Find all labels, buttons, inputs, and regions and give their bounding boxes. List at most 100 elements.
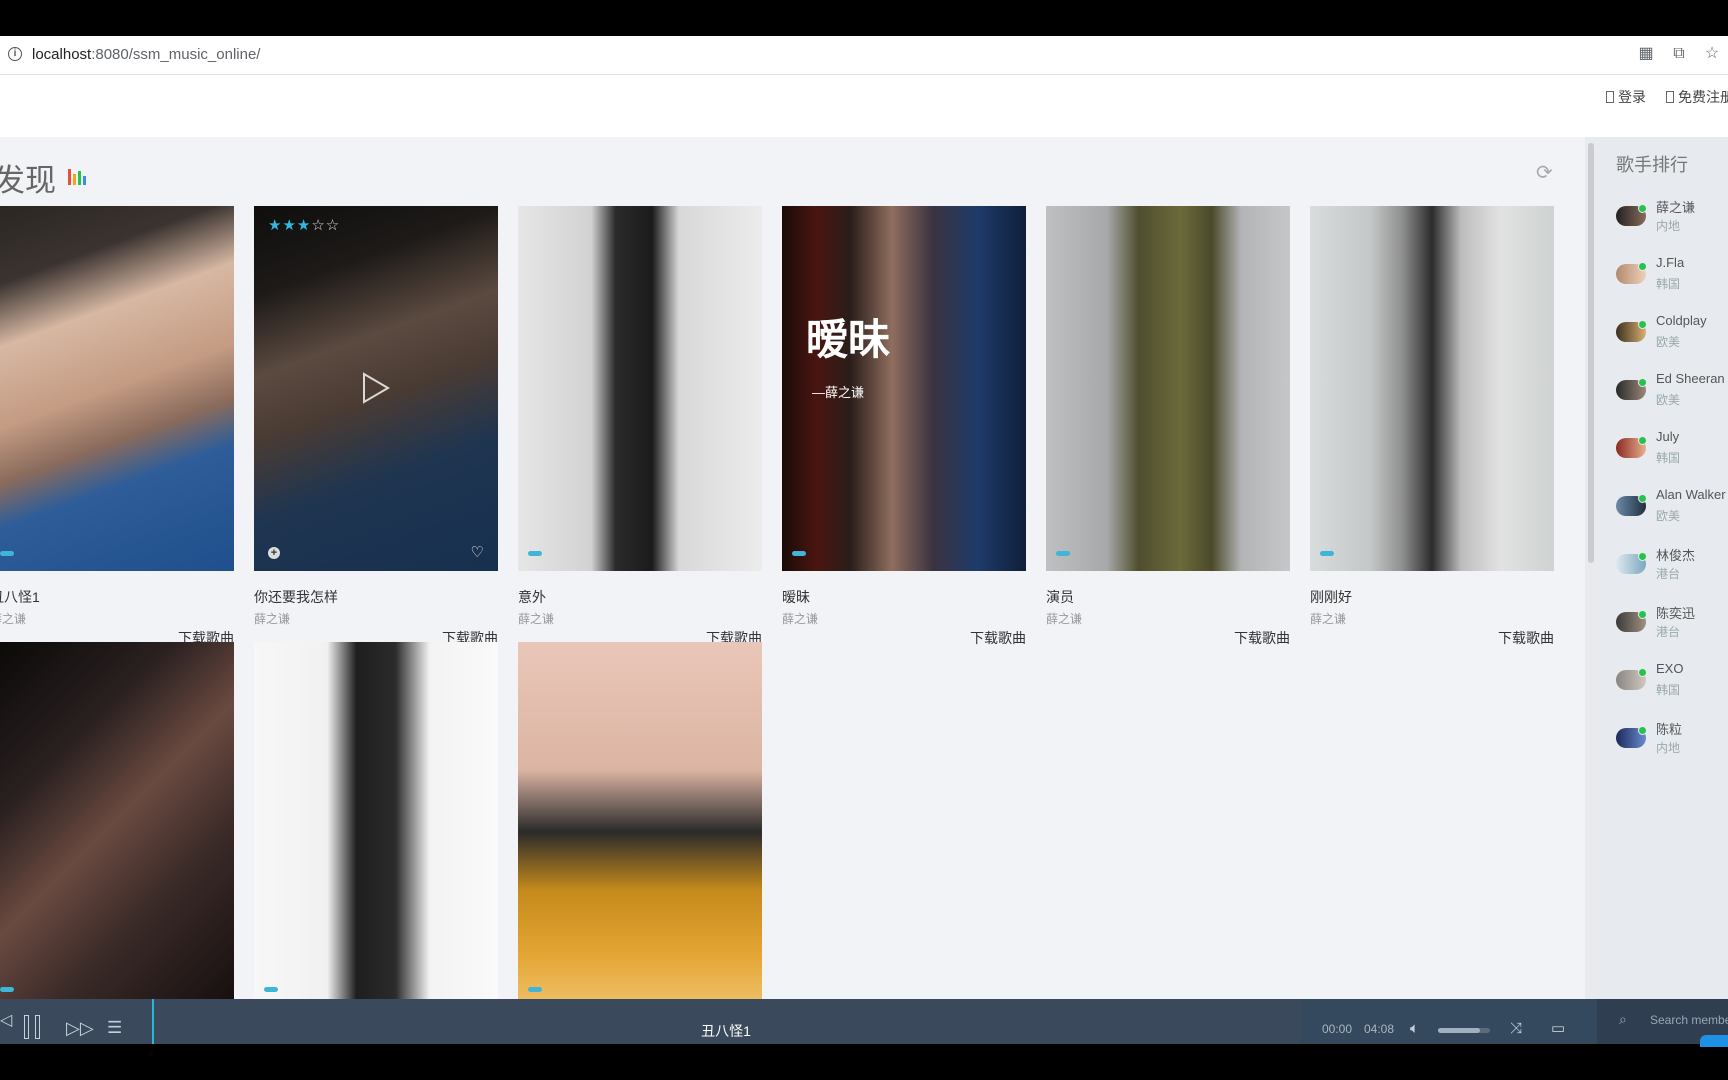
playlist-icon[interactable]: ☰	[107, 1016, 122, 1040]
avatar	[1616, 668, 1647, 690]
singer-region: 欧美	[1656, 393, 1681, 407]
singer-item[interactable]: 陈粒 内地	[1616, 719, 1728, 759]
singer-item[interactable]: Ed Sheeran 欧美	[1616, 371, 1728, 411]
online-dot	[1638, 378, 1647, 387]
screen-icon[interactable]: ▭	[1551, 1017, 1565, 1041]
star-empty-icon[interactable]: ☆☆	[311, 217, 340, 234]
browser-address-bar[interactable]: i localhost:8080/ssm_music_online/ ▦ ⧉ ☆	[0, 36, 1728, 75]
heart-icon[interactable]: ♡	[471, 543, 484, 561]
register-link[interactable]: 免费注册	[1666, 87, 1728, 107]
register-icon	[1666, 91, 1674, 103]
singer-item[interactable]: EXO 韩国	[1616, 661, 1728, 701]
singer-item[interactable]: 林俊杰 港台	[1616, 545, 1728, 585]
song-card[interactable]: 暧昧 —薛之谦 暧昧 薛之谦 下载歌曲	[782, 206, 1026, 648]
album-cover[interactable]	[0, 206, 234, 571]
song-title[interactable]: 演员	[1046, 587, 1290, 607]
indicator-dot	[792, 551, 806, 556]
cover-text: 暧昧	[806, 315, 891, 364]
singer-name: 林俊杰	[1656, 548, 1696, 563]
song-card[interactable]: 丑八怪1 薛之谦 下载歌曲	[0, 206, 234, 648]
singer-item[interactable]: July 韩国	[1616, 429, 1728, 469]
song-artist[interactable]: 薛之谦	[254, 610, 498, 627]
singer-item[interactable]: Coldplay 欧美	[1616, 313, 1728, 353]
album-cover[interactable]	[0, 642, 234, 999]
volume-slider[interactable]	[1438, 1028, 1490, 1033]
singer-item[interactable]: J.Fla 韩国	[1616, 255, 1728, 295]
download-link[interactable]: 下载歌曲	[1310, 628, 1554, 648]
login-link[interactable]: 登录	[1606, 87, 1646, 107]
search-icon[interactable]: ⌕	[1619, 1011, 1627, 1028]
current-time: 00:00	[1322, 1022, 1353, 1036]
album-cover[interactable]	[1046, 206, 1290, 571]
song-card[interactable]: 意外 薛之谦 下载歌曲	[518, 206, 762, 648]
song-title[interactable]: 暧昧	[782, 587, 1026, 607]
song-artist[interactable]: 薛之谦	[782, 610, 1026, 627]
scrollbar-thumb[interactable]	[1588, 143, 1594, 563]
album-cover[interactable]: 暧昧 —薛之谦	[782, 206, 1026, 571]
singer-name: Alan Walker	[1656, 487, 1726, 502]
progress-indicator[interactable]	[152, 999, 154, 1044]
download-link[interactable]: 下载歌曲	[1046, 628, 1290, 648]
singer-item[interactable]: 陈奕迅 港台	[1616, 603, 1728, 643]
album-cover[interactable]	[518, 206, 762, 571]
song-artist[interactable]: 薛之谦	[1310, 610, 1554, 627]
star-icon[interactable]: ☆	[1703, 45, 1721, 63]
download-link[interactable]: 下载歌曲	[782, 628, 1026, 648]
refresh-icon[interactable]: ⟳	[1536, 163, 1556, 183]
indicator-dot	[0, 987, 14, 992]
singer-name: Ed Sheeran	[1656, 371, 1725, 386]
singer-ranking-panel: 歌手排行 薛之谦 内地 J.Fla 韩国 Coldplay 欧美 Ed Sheeran…	[1597, 137, 1728, 999]
qr-code-icon[interactable]: ▦	[1637, 45, 1655, 63]
search-input[interactable]: Search members	[1650, 1013, 1728, 1027]
song-artist[interactable]: 薛之谦	[0, 610, 234, 627]
rating-stars[interactable]: ★★★☆☆	[268, 216, 340, 234]
volume-icon[interactable]: 🔈︎	[1410, 1017, 1419, 1041]
add-icon[interactable]: +	[268, 547, 280, 559]
song-card[interactable]: ★★★☆☆ + ♡ 你还要我怎样 薛之谦 下载歌曲	[254, 206, 498, 648]
login-label: 登录	[1618, 89, 1646, 105]
song-title[interactable]: 丑八怪1	[0, 587, 234, 607]
song-card[interactable]	[254, 642, 498, 999]
album-cover[interactable]	[518, 642, 762, 999]
shuffle-icon[interactable]: ⤨	[1510, 1017, 1522, 1041]
album-cover[interactable]: ★★★☆☆ + ♡	[254, 206, 498, 571]
avatar	[1616, 262, 1647, 284]
total-time: 04:08	[1364, 1022, 1395, 1036]
song-artist[interactable]: 薛之谦	[518, 610, 762, 627]
song-card[interactable]	[518, 642, 762, 999]
song-title[interactable]: 意外	[518, 587, 762, 607]
song-card[interactable]: 刚刚好 薛之谦 下载歌曲	[1310, 206, 1554, 648]
login-icon	[1606, 91, 1614, 103]
pause-icon[interactable]	[24, 1015, 44, 1039]
member-search[interactable]: ⌕ Search members	[1597, 999, 1728, 1047]
singer-name: 陈奕迅	[1656, 606, 1696, 621]
indicator-dot	[264, 987, 278, 992]
address-url[interactable]: localhost:8080/ssm_music_online/	[32, 46, 260, 63]
play-icon[interactable]	[350, 366, 394, 410]
register-label: 免费注册	[1678, 89, 1728, 105]
singer-item[interactable]: 薛之谦 内地	[1616, 197, 1728, 237]
site-info-icon[interactable]: i	[8, 47, 22, 61]
next-icon[interactable]: ▷▷	[66, 1016, 94, 1040]
singer-item[interactable]: Alan Walker 欧美	[1616, 487, 1728, 527]
song-card[interactable]	[0, 642, 234, 999]
singer-region: 内地	[1656, 741, 1681, 755]
online-dot	[1638, 262, 1647, 271]
discover-panel: 发现 ⟳ 丑八怪1 薛之谦 下载歌曲 ★★★☆☆ + ♡ 你还要我怎样 薛之谦 …	[0, 137, 1585, 999]
online-dot	[1638, 610, 1647, 619]
main-scrollbar[interactable]	[1585, 137, 1597, 999]
album-cover[interactable]	[254, 642, 498, 999]
singer-name: July	[1656, 429, 1680, 444]
song-artist[interactable]: 薛之谦	[1046, 610, 1290, 627]
previous-icon[interactable]: ◁	[0, 1009, 12, 1033]
song-title[interactable]: 刚刚好	[1310, 587, 1554, 607]
song-card[interactable]: 演员 薛之谦 下载歌曲	[1046, 206, 1290, 648]
chat-badge[interactable]	[1700, 1035, 1728, 1047]
online-dot	[1638, 320, 1647, 329]
cover-subtext: —薛之谦	[812, 385, 865, 400]
star-filled-icon[interactable]: ★★★	[268, 217, 311, 234]
album-cover[interactable]	[1310, 206, 1554, 571]
song-title[interactable]: 你还要我怎样	[254, 587, 498, 607]
translate-icon[interactable]: ⧉	[1670, 45, 1688, 63]
singer-name: Coldplay	[1656, 313, 1707, 328]
